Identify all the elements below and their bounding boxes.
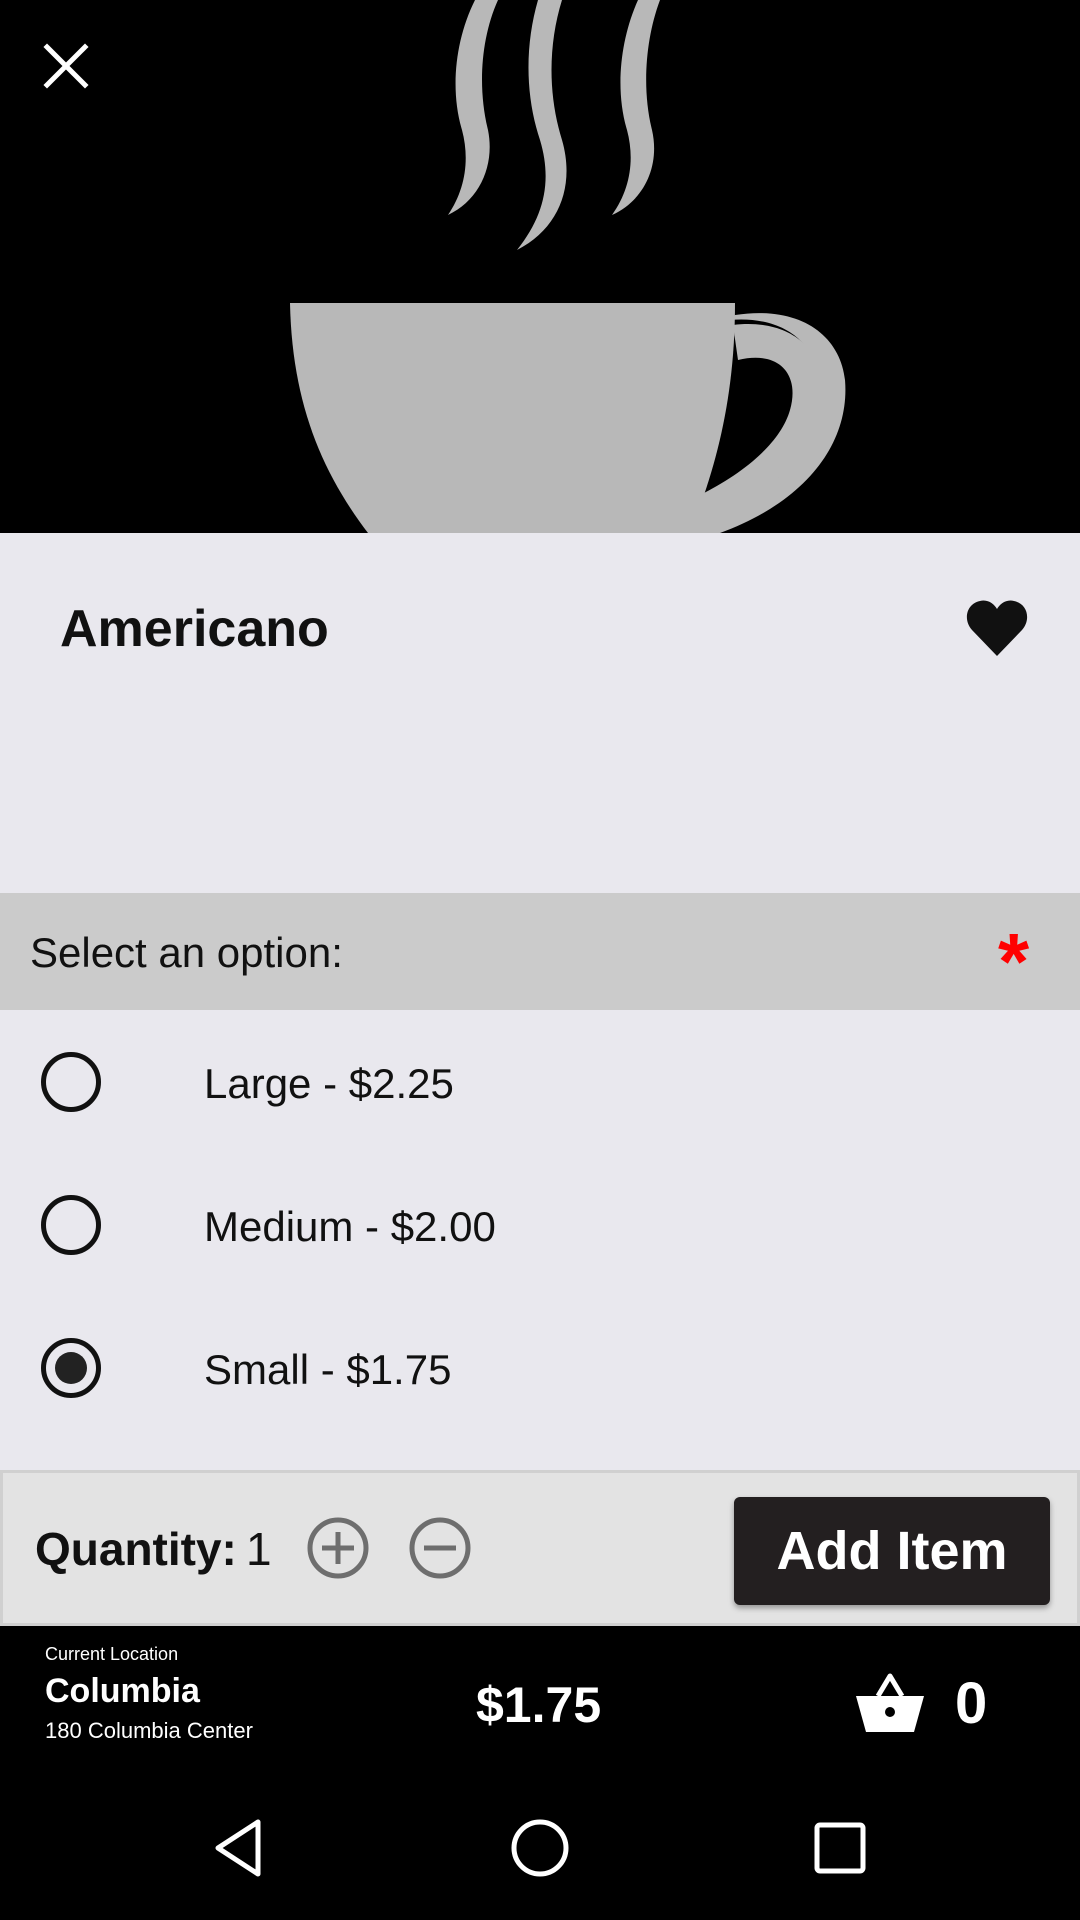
basket-button[interactable]	[854, 1670, 926, 1734]
option-small[interactable]: Small - $1.75	[0, 1296, 1080, 1439]
home-circle-icon	[511, 1819, 569, 1877]
basket-count[interactable]: 0	[955, 1670, 987, 1737]
product-info: Americano	[0, 533, 1080, 893]
nav-recents-button[interactable]	[804, 1812, 876, 1884]
radio-button[interactable]	[41, 1195, 101, 1255]
system-nav-bar	[0, 1776, 1080, 1920]
quantity-label: Quantity:	[35, 1523, 237, 1575]
location-address: 180 Columbia Center	[45, 1718, 253, 1743]
heart-icon	[966, 600, 1028, 656]
recents-square-icon	[814, 1822, 866, 1874]
option-label: Large - $2.25	[204, 1060, 454, 1107]
quantity-value: 1	[246, 1523, 272, 1575]
required-indicator: *	[998, 917, 1030, 1006]
order-total: $1.75	[476, 1677, 602, 1733]
increment-button[interactable]	[306, 1516, 370, 1580]
close-button[interactable]	[30, 30, 102, 102]
option-label: Medium - $2.00	[204, 1203, 496, 1250]
radio-button[interactable]	[41, 1052, 101, 1112]
back-triangle-icon	[215, 1819, 261, 1877]
plus-circle-icon	[307, 1517, 369, 1579]
product-detail-screen: Americano Select an option: * Large - $2…	[0, 0, 1080, 1920]
location-caption: Current Location	[45, 1644, 179, 1664]
nav-home-button[interactable]	[504, 1812, 576, 1884]
nav-back-button[interactable]	[204, 1812, 276, 1884]
decrement-button[interactable]	[408, 1516, 472, 1580]
product-hero-image	[0, 0, 1080, 533]
radio-button-selected[interactable]	[41, 1338, 101, 1398]
order-footer: Current Location Columbia 180 Columbia C…	[0, 1626, 1080, 1776]
option-group-header: Select an option:	[0, 893, 1080, 1010]
product-title: Americano	[60, 600, 329, 658]
favorite-button[interactable]	[960, 591, 1034, 665]
add-item-button[interactable]: Add Item	[734, 1497, 1050, 1605]
location-name[interactable]: Columbia	[45, 1672, 200, 1711]
basket-icon	[856, 1673, 924, 1732]
option-medium[interactable]: Medium - $2.00	[0, 1153, 1080, 1296]
quantity-bar: Quantity: 1 Add Item	[0, 1470, 1080, 1626]
minus-circle-icon	[409, 1517, 471, 1579]
option-label: Small - $1.75	[204, 1346, 452, 1393]
radio-selected-dot	[55, 1352, 87, 1384]
option-large[interactable]: Large - $2.25	[0, 1010, 1080, 1153]
coffee-cup-illustration	[290, 0, 846, 533]
close-icon	[43, 43, 89, 89]
option-group-label: Select an option:	[30, 929, 343, 976]
